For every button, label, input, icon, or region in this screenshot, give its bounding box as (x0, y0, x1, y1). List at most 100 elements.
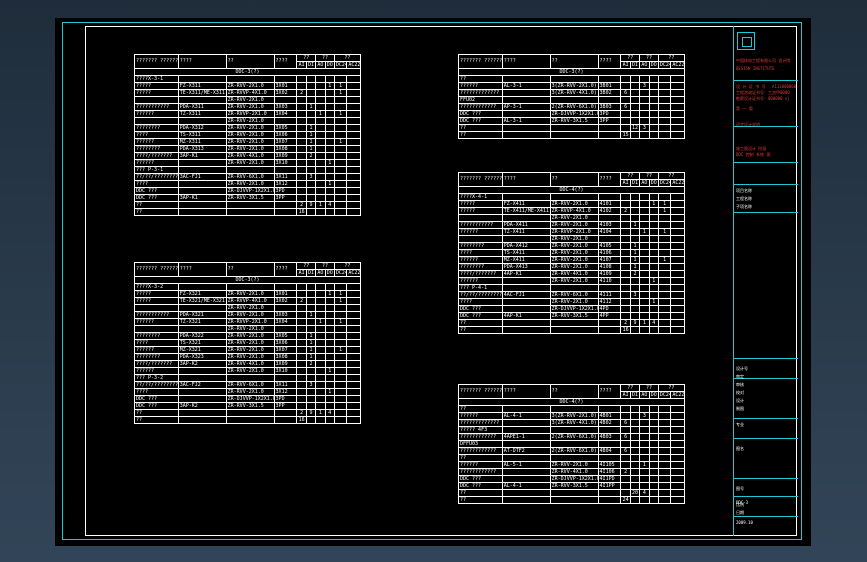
table-header-row: ??????? ????????????????????????? (134, 54, 362, 69)
subheader-cell: DO (324, 61, 335, 69)
table-cell: ????? (134, 82, 179, 90)
table-cell: 3X10 (273, 367, 298, 375)
table-cell: AL-5-1 (501, 461, 551, 469)
table-cell (639, 326, 650, 334)
subheader-cell: DO (324, 269, 335, 277)
table-cell: ?? (458, 319, 503, 327)
table-cell: 4PD (597, 305, 622, 313)
header-cell: ?? (315, 54, 335, 62)
table-cell: 3X08 (273, 145, 298, 153)
table-cell (333, 180, 348, 188)
table-cell (648, 221, 659, 229)
table-cell (639, 482, 650, 490)
table-cell (333, 117, 348, 125)
table-cell (296, 159, 307, 167)
table-cell (639, 207, 650, 215)
table-cell (670, 270, 685, 278)
table-cell (629, 75, 641, 83)
table-cell: TS-X411 (501, 249, 551, 257)
table-cell (346, 173, 361, 181)
table-cell (657, 291, 672, 299)
title-block-divider (734, 478, 798, 479)
table-cell (296, 283, 307, 291)
table-cell: 1 (324, 388, 335, 396)
table-cell (333, 374, 348, 382)
table-cell: 1 (315, 110, 326, 118)
table-cell (296, 346, 307, 354)
table-cell: ZR-DJVVP-1X2X1.0 (549, 110, 599, 118)
table-cell: TE-X411/ME-X411 (501, 207, 551, 215)
table-cell (670, 454, 685, 462)
table-cell: 9 (305, 201, 317, 209)
table-cell (670, 496, 685, 504)
table-cell: 3X12 (273, 180, 298, 188)
table-cell (296, 318, 307, 326)
table-cell (305, 194, 317, 202)
table-cell: ZR-RVV-2X1.0 (225, 290, 275, 298)
table-row: DDC ??? ZR-DJVVP-1X2X1.0 3PD (134, 187, 361, 195)
table-cell: 4101 (597, 200, 622, 208)
table-cell (134, 96, 179, 104)
table-cell: 2 (305, 360, 317, 368)
table-cell: 12 (629, 124, 641, 132)
table-cell (225, 374, 275, 382)
table-cell: ZR-DJVVP-1X2X1.0 (225, 187, 275, 195)
table-cell: PDA-X323 (177, 353, 227, 361)
table-cell: ????X-4-1 (458, 193, 503, 201)
table-cell (346, 82, 361, 90)
table-cell (315, 187, 326, 195)
table-cell: PDA-X322 (177, 332, 227, 340)
table-cell (315, 325, 326, 333)
table-cell (315, 381, 326, 389)
table-cell (620, 75, 631, 83)
table-cell: ZR-RVV-6X1.0 (549, 291, 599, 299)
table-cell (648, 461, 659, 469)
table-cell: ???? (134, 388, 179, 396)
table-cell (296, 339, 307, 347)
table-cell: 3X03 (273, 103, 298, 111)
table-cell (597, 214, 622, 222)
table-cell (346, 395, 361, 403)
table-cell: ????? 4F3 (458, 426, 503, 434)
table-cell: ZR-RVV-2X1.0 (549, 214, 599, 222)
table-cell: 9 (629, 319, 641, 327)
table-cell: 3X09 (273, 360, 298, 368)
table-row: ?????? MZ-X321 ZR-RVV-2X1.0 3X07 1 1 (134, 346, 361, 354)
table-row: ??/??/???????? 4AC-FJ1 ZR-RVV-6X1.0 4111 3 (458, 291, 685, 299)
table-cell (648, 312, 659, 320)
table-row: ZR-RVV-2X1.0 (134, 117, 361, 125)
table-cell (648, 117, 659, 125)
table-cell (648, 228, 659, 236)
subheader-cell: DI (629, 179, 641, 187)
table-cell: ??????????? (458, 221, 503, 229)
table-cell (670, 103, 685, 111)
table-row: FFU02 (458, 96, 685, 104)
table-cell: FFU02 (458, 96, 503, 104)
table-cell (324, 311, 335, 319)
table-cell (639, 447, 650, 455)
table-cell: 4AC-FJ1 (501, 291, 551, 299)
table-cell (620, 405, 631, 413)
table-cell: PDA-X412 (501, 242, 551, 250)
table-cell: ZR-RVV-4X1.0 (225, 360, 275, 368)
title-block-divider (734, 80, 798, 81)
table-cell (657, 447, 672, 455)
header-cell: ???? (597, 54, 622, 69)
table-cell: 1 (629, 249, 641, 257)
table-cell: 1 (305, 131, 317, 139)
table-row: ????? FZ-X321 ZR-RVV-2X1.0 3X01 1 1 (134, 290, 361, 298)
title-block-divider (734, 162, 798, 163)
table-cell (670, 193, 685, 201)
table-cell: 1 (333, 346, 348, 354)
table-cell (670, 200, 685, 208)
subheader-cell: DI (629, 61, 641, 69)
table-row: ?????? TZ-X321 ZR-RVVP-2X1.0 3X04 1 1 (134, 318, 361, 326)
table-cell (501, 284, 551, 292)
table-cell: 3(ZR-RVV-2X1.0) (549, 82, 599, 90)
table-cell: 1 (305, 138, 317, 146)
table-cell (315, 96, 326, 104)
table-cell: ZR-RVV-2X1.0 (549, 277, 599, 285)
table-cell (346, 325, 361, 333)
title-block-note: 第 一 版 (736, 106, 753, 111)
header-cell: ???? (501, 172, 551, 187)
